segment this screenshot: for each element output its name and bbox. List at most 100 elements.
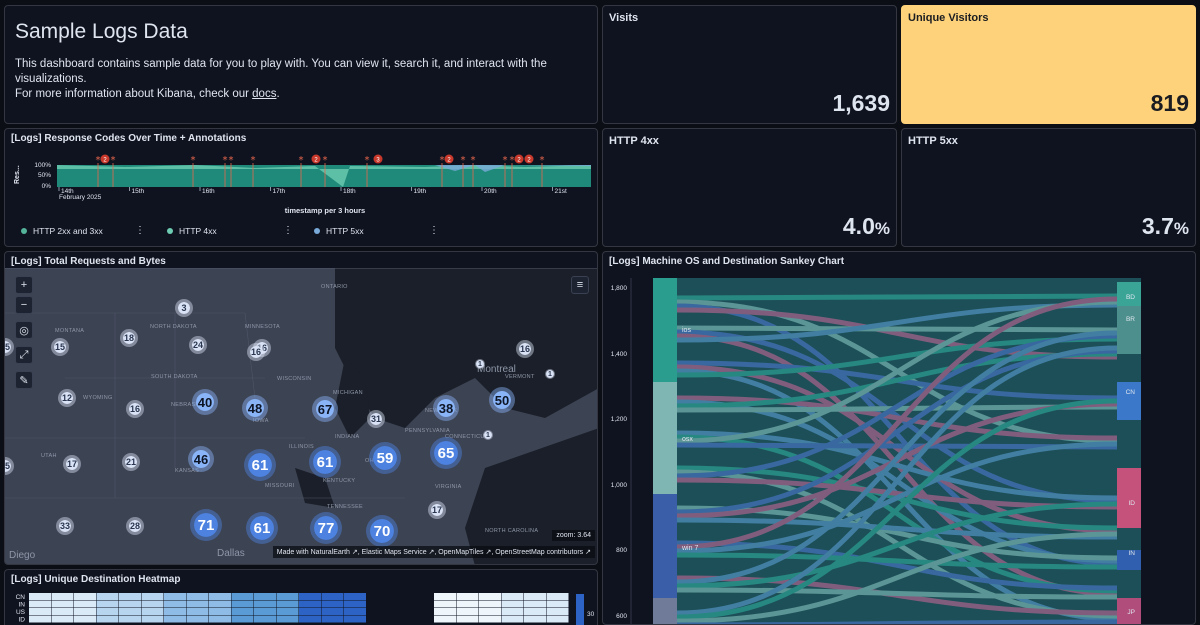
map-canvas[interactable]: ONTARIO MONTANA NORTH DAKOTA MINNESOTA SOUTH… [5, 268, 597, 564]
map-place-label: Diego [9, 550, 36, 561]
heatmap-cell [366, 593, 389, 600]
map-cluster-marker[interactable]: 18 [120, 329, 138, 347]
map-cluster-marker[interactable]: 3 [175, 299, 193, 317]
map-cluster-marker[interactable]: 17 [428, 501, 446, 519]
heatmap-cell [366, 608, 389, 615]
heatmap-cell [74, 600, 96, 608]
zoom-in-button[interactable]: + [15, 276, 33, 294]
map-cluster-marker[interactable]: 61 [246, 512, 278, 544]
map-cluster-marker[interactable]: 1 [483, 430, 493, 440]
heatmap-cell [321, 600, 344, 608]
heatmap-cell [456, 608, 479, 615]
sankey-chart: 1,800 1,400 1,200 1,000 800 600 ios osx win 7… [611, 278, 1141, 624]
map-place-label: NORTH DAKOTA [150, 324, 197, 330]
map-attribution[interactable]: Made with NaturalEarth ↗, Elastic Maps S… [272, 546, 595, 558]
heatmap-cell [389, 608, 411, 615]
heatmap-cell [411, 608, 434, 615]
fit-bounds-icon[interactable]: ⤢ [15, 346, 33, 364]
response-codes-panel: [Logs] Response Codes Over Time + Annota… [4, 128, 598, 247]
map-cluster-marker[interactable]: 31 [367, 410, 385, 428]
heatmap-cell [276, 593, 299, 600]
heatmap-panel: [Logs] Unique Destination Heatmap CN IN US… [4, 569, 598, 625]
heatmap-cell [186, 615, 209, 623]
annotation-star-icon: * [540, 155, 545, 166]
legend-menu-icon[interactable]: ⋮ [283, 225, 293, 236]
map-cluster-marker[interactable]: 16 [247, 343, 265, 361]
map-cluster-marker[interactable]: 40 [192, 389, 218, 415]
heatmap-cell [254, 608, 276, 615]
heatmap-cell [501, 593, 524, 600]
legend-item-5xx[interactable]: HTTP 5xx [314, 226, 364, 236]
map-cluster-marker[interactable]: 21 [122, 453, 140, 471]
response-codes-title: [Logs] Response Codes Over Time + Annota… [11, 133, 247, 144]
heatmap-cell [479, 600, 501, 608]
legend-menu-icon[interactable]: ⋮ [429, 225, 439, 236]
heatmap-cell [96, 608, 119, 615]
heatmap-cell [276, 600, 299, 608]
locate-icon[interactable]: ◎ [15, 321, 33, 339]
docs-link[interactable]: docs [252, 88, 276, 100]
map-cluster-marker[interactable]: 61 [309, 446, 341, 478]
map-place-label: WYOMING [83, 395, 113, 401]
zoom-out-button[interactable]: − [15, 296, 33, 314]
heatmap-cell [29, 615, 51, 623]
sankey-y-tick: 600 [616, 613, 627, 620]
node-ios [653, 278, 677, 382]
heatmap-cell [186, 593, 209, 600]
heatmap-cell [276, 615, 299, 623]
x-ticks: 14th 15th 16th 17th 18th 19th 20th 21st [58, 187, 567, 195]
heatmap-cell [344, 593, 366, 600]
http5xx-metric-panel: HTTP 5xx 3.7% [901, 128, 1196, 247]
legend-label: HTTP 5xx [326, 226, 364, 236]
map-cluster-marker[interactable]: 46 [188, 446, 214, 472]
heatmap-row-label: CN [16, 594, 26, 601]
map-cluster-marker[interactable]: 15 [51, 338, 69, 356]
map-cluster-marker[interactable]: 50 [489, 387, 515, 413]
layer-control-icon[interactable]: ≡ [571, 276, 589, 294]
text-line-1: This dashboard contains sample data for … [15, 58, 547, 85]
map-place-label: KENTUCKY [323, 478, 356, 484]
legend-item-4xx[interactable]: HTTP 4xx [167, 226, 217, 236]
map-place-label: ILLINOIS [289, 444, 315, 450]
heatmap-cell [434, 600, 456, 608]
legend-menu-icon[interactable]: ⋮ [135, 225, 145, 236]
map-place-label: NORTH CAROLINA [485, 528, 539, 534]
http4xx-metric-panel: HTTP 4xx 4.0% [602, 128, 897, 247]
heatmap-cell [411, 615, 434, 623]
heatmap-cell [209, 608, 231, 615]
node-label-ios: ios [682, 327, 691, 334]
draw-tools-icon[interactable]: ✎ [15, 371, 33, 389]
heatmap-cell [434, 593, 456, 600]
map-cluster-marker[interactable]: 70 [366, 515, 398, 547]
heatmap-cell [51, 593, 74, 600]
map-cluster-marker[interactable]: 28 [126, 517, 144, 535]
legend-dot [167, 228, 173, 234]
map-cluster-marker[interactable]: 16 [126, 400, 144, 418]
map-cluster-marker[interactable]: 12 [58, 389, 76, 407]
sankey-target-label: JP [1127, 609, 1135, 616]
heatmap-cell [29, 600, 51, 608]
heatmap-cell [231, 593, 254, 600]
map-cluster-marker[interactable]: 24 [189, 336, 207, 354]
heatmap-cell [96, 593, 119, 600]
map-cluster-marker[interactable]: 67 [312, 396, 338, 422]
map-cluster-marker[interactable]: 71 [190, 509, 222, 541]
map-cluster-marker[interactable]: 33 [56, 517, 74, 535]
heatmap-cell [141, 593, 164, 600]
map-cluster-marker[interactable]: 65 [430, 437, 462, 469]
map-cluster-marker[interactable]: 61 [244, 449, 276, 481]
map-cluster-marker[interactable]: 48 [242, 395, 268, 421]
map-cluster-marker[interactable]: 1 [545, 369, 555, 379]
map-cluster-marker[interactable]: 38 [433, 395, 459, 421]
heatmap-cell [209, 615, 231, 623]
map-cluster-marker[interactable]: 16 [516, 340, 534, 358]
legend-item-2xx[interactable]: HTTP 2xx and 3xx [21, 226, 103, 236]
annotation-star-icon: * [365, 155, 370, 166]
map-cluster-marker[interactable]: 77 [310, 512, 342, 544]
heatmap-cell [276, 608, 299, 615]
map-cluster-marker[interactable]: 1 [475, 359, 485, 369]
heatmap-cell [524, 615, 546, 623]
map-cluster-marker[interactable]: 59 [369, 442, 401, 474]
map-cluster-marker[interactable]: 17 [63, 455, 81, 473]
legend-label: HTTP 4xx [179, 226, 217, 236]
